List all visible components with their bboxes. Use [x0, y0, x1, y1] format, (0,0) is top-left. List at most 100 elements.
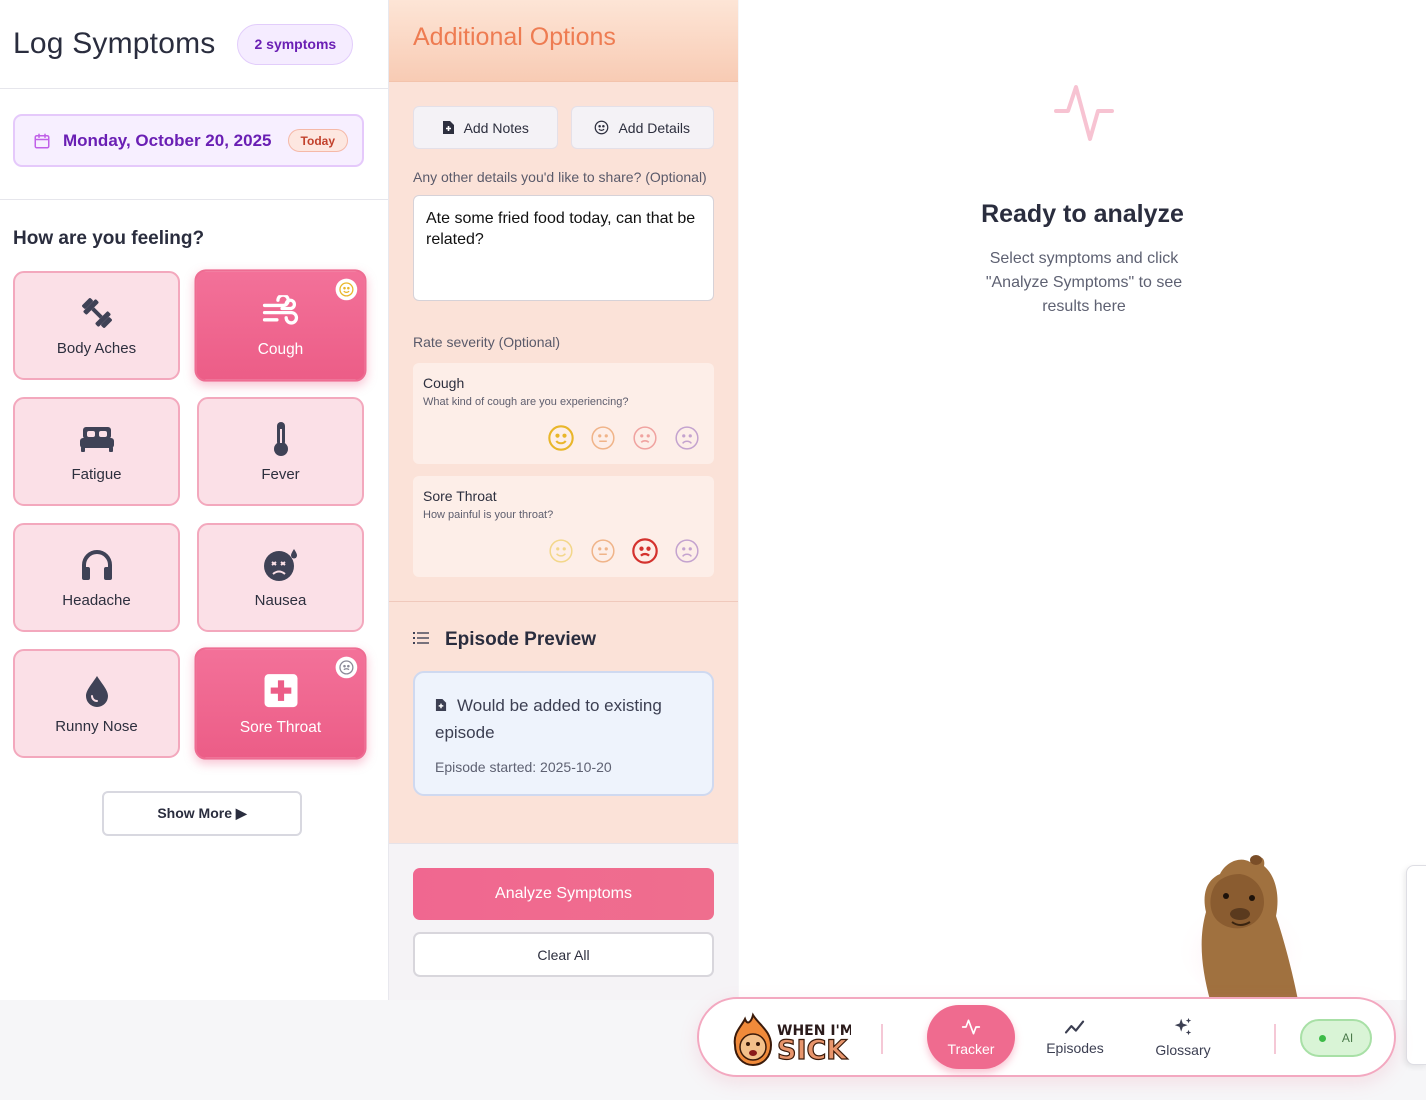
date-section: Monday, October 20, 2025 Today	[0, 89, 388, 200]
severity-card-cough: Cough What kind of cough are you experie…	[413, 363, 714, 464]
severity-question: How painful is your throat?	[423, 509, 554, 521]
sparkles-icon	[1172, 1016, 1194, 1038]
ai-label: AI	[1341, 1031, 1354, 1045]
severity-smile-icon	[335, 278, 358, 301]
nav-divider	[1274, 1024, 1276, 1054]
options-header: Additional Options	[389, 0, 738, 82]
episode-message: Would be added to existing episode	[435, 696, 662, 742]
symptom-label: Runny Nose	[55, 718, 138, 735]
face-moderate-icon[interactable]	[589, 424, 617, 452]
panel-header: Log Symptoms 2 symptoms	[0, 0, 388, 89]
options-title: Additional Options	[413, 23, 616, 51]
episode-header: Episode Preview	[413, 629, 714, 651]
show-more-button[interactable]: Show More ▶	[102, 791, 302, 836]
symptom-tile-body-aches[interactable]: Body Aches	[13, 271, 180, 380]
capybara-mascot-image	[1180, 855, 1304, 1000]
clear-all-button[interactable]: Clear All	[413, 932, 714, 977]
episode-card: Would be added to existing episode Episo…	[413, 671, 714, 796]
nav-tab-glossary[interactable]: Glossary	[1139, 1005, 1227, 1069]
symptom-label: Sore Throat	[239, 718, 322, 736]
symptom-tile-fever[interactable]: Fever	[197, 397, 364, 506]
face-mild-icon[interactable]	[547, 537, 575, 565]
symptom-label: Nausea	[254, 592, 307, 609]
feeling-section: How are you feeling? Body Aches Cough Fa…	[0, 200, 388, 836]
notes-prompt: Any other details you'd like to share? (…	[413, 169, 707, 185]
smile-icon	[594, 120, 609, 135]
face-very-severe-icon[interactable]	[673, 537, 701, 565]
when-im-sick-logo: WHEN I'M SICK	[733, 1012, 851, 1067]
ai-status-toggle[interactable]: AI	[1300, 1019, 1372, 1057]
nav-tab-tracker[interactable]: Tracker	[927, 1005, 1015, 1069]
date-label: Monday, October 20, 2025	[63, 130, 272, 150]
episode-section: Episode Preview Would be added to existi…	[389, 629, 738, 796]
symptom-tile-runny-nose[interactable]: Runny Nose	[13, 649, 180, 758]
medical-kit-icon	[263, 671, 298, 710]
severity-symptom-name: Sore Throat	[423, 488, 497, 504]
wind-icon	[261, 293, 300, 332]
nav-tab-episodes[interactable]: Episodes	[1031, 1005, 1119, 1069]
headphones-icon	[80, 546, 114, 584]
symptom-tile-fatigue[interactable]: Fatigue	[13, 397, 180, 506]
symptom-grid: Body Aches Cough Fatigue Fever Headache …	[13, 269, 375, 760]
episode-title: Episode Preview	[445, 629, 597, 650]
symptom-tile-headache[interactable]: Headache	[13, 523, 180, 632]
face-severe-icon[interactable]	[631, 537, 659, 565]
file-plus-icon	[435, 694, 447, 720]
severity-label: Rate severity (Optional)	[413, 334, 561, 350]
thermometer-icon	[271, 420, 291, 458]
calendar-icon	[34, 133, 50, 148]
nav-label: Glossary	[1155, 1042, 1211, 1058]
symptom-tile-cough[interactable]: Cough	[194, 269, 367, 382]
add-details-button[interactable]: Add Details	[570, 106, 714, 149]
today-badge: Today	[287, 129, 348, 152]
symptom-count-badge: 2 symptoms	[237, 23, 354, 65]
nav-label: Tracker	[947, 1041, 995, 1057]
feeling-title: How are you feeling?	[13, 228, 205, 249]
results-panel: Ready to analyze Select symptoms and cli…	[739, 0, 1426, 1000]
list-icon	[413, 631, 429, 650]
symptom-tile-nausea[interactable]: Nausea	[197, 523, 364, 632]
face-moderate-icon[interactable]	[589, 537, 617, 565]
ready-title: Ready to analyze	[981, 200, 1184, 228]
date-picker[interactable]: Monday, October 20, 2025 Today	[13, 114, 364, 167]
trend-line-icon	[1064, 1018, 1086, 1036]
symptom-label: Fever	[261, 466, 300, 483]
action-footer: Analyze Symptoms Clear All	[389, 843, 738, 1000]
dizzy-face-icon	[263, 546, 299, 584]
additional-options-panel: Additional Options Add Notes Add Details…	[389, 0, 738, 1000]
options-buttons: Add Notes Add Details	[413, 106, 714, 149]
severity-face-icon	[335, 656, 358, 679]
droplet-icon	[83, 672, 111, 710]
analyze-symptoms-button[interactable]: Analyze Symptoms	[413, 868, 714, 920]
symptom-label: Fatigue	[71, 466, 122, 483]
page-title: Log Symptoms	[13, 27, 216, 60]
add-details-label: Add Details	[618, 119, 691, 136]
face-mild-icon[interactable]	[547, 424, 575, 452]
options-body: Add Notes Add Details Any other details …	[389, 82, 738, 577]
log-symptoms-panel: Log Symptoms 2 symptoms Monday, October …	[0, 0, 389, 1000]
add-notes-label: Add Notes	[463, 119, 529, 136]
symptom-tile-sore-throat[interactable]: Sore Throat	[194, 647, 367, 760]
side-drawer-edge[interactable]	[1406, 865, 1426, 1065]
severity-symptom-name: Cough	[423, 375, 465, 391]
episode-message-row: Would be added to existing episode	[435, 693, 692, 746]
activity-icon	[961, 1017, 981, 1037]
notes-textarea[interactable]: Ate some fried food today, can that be r…	[413, 195, 714, 301]
bottom-navigation: WHEN I'M SICK Tracker Episodes Glossary …	[697, 997, 1396, 1077]
file-plus-icon	[442, 120, 455, 135]
symptom-label: Headache	[62, 592, 131, 609]
bed-icon	[79, 420, 115, 458]
episode-started: Episode started: 2025-10-20	[435, 759, 612, 775]
dumbbell-icon	[79, 294, 115, 332]
face-very-severe-icon[interactable]	[673, 424, 701, 452]
severity-card-sore-throat: Sore Throat How painful is your throat?	[413, 476, 714, 577]
add-notes-button[interactable]: Add Notes	[413, 106, 558, 149]
severity-question: What kind of cough are you experiencing?	[423, 396, 629, 408]
severity-faces	[547, 424, 701, 452]
severity-faces	[547, 537, 701, 565]
face-severe-icon[interactable]	[631, 424, 659, 452]
divider	[389, 601, 738, 602]
symptom-label: Cough	[257, 340, 304, 358]
nav-label: Episodes	[1046, 1040, 1104, 1056]
status-dot	[1318, 1034, 1326, 1042]
